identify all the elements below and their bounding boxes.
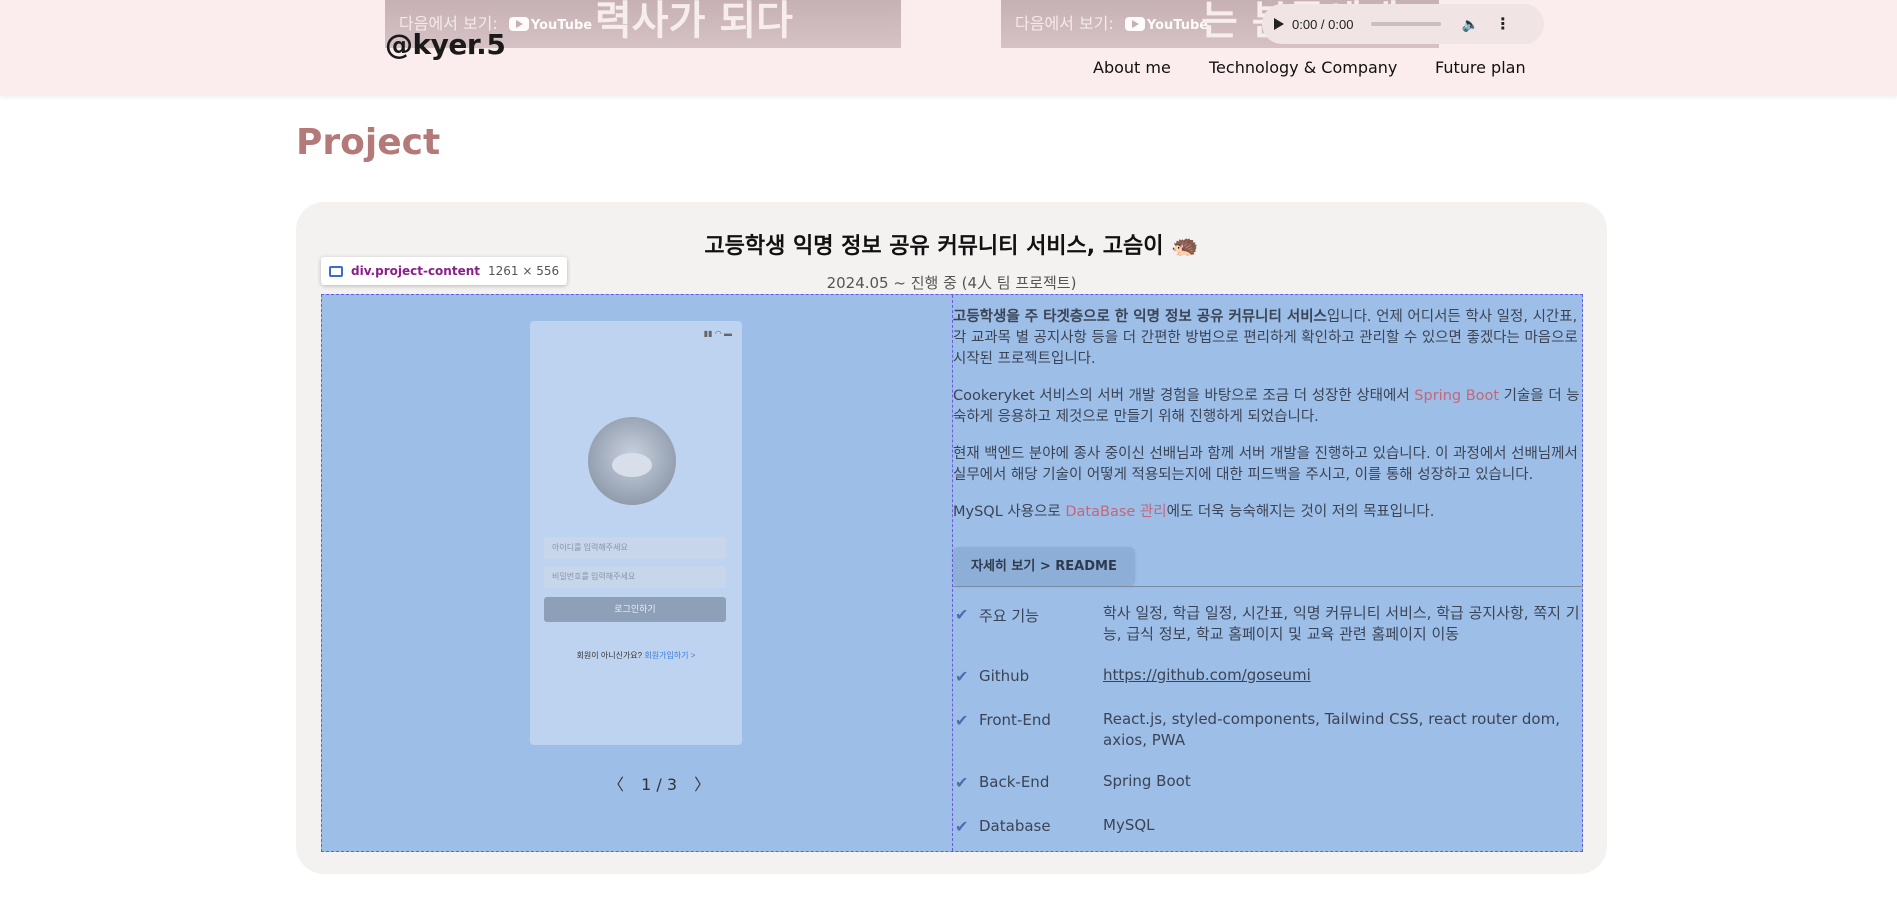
- audio-progress-slider[interactable]: [1371, 22, 1442, 26]
- check-icon: ✔: [955, 817, 969, 836]
- yt-watch-label-2: 다음에서 보기:: [1015, 14, 1114, 33]
- carousel-pager: 〈 1 / 3 〉: [602, 771, 716, 795]
- yt-brand-2: YouTube: [1146, 17, 1209, 33]
- more-options-icon[interactable]: ⋮: [1495, 14, 1511, 34]
- project-content: ▮▮ ◠ ▬ 아이디를 입력해주세요 비밀번호를 입력해주세요 로그인하기 회원…: [321, 294, 1583, 852]
- mock-login-button: 로그인하기: [544, 597, 726, 622]
- p1-bold: 고등학생을 주 타겟층으로 한 익명 정보 공유 커뮤니티 서비스: [953, 309, 1327, 325]
- check-icon: ✔: [955, 605, 969, 624]
- yt-watch-on-2[interactable]: 다음에서 보기: YouTube: [1015, 10, 1208, 34]
- info-label: Back-End: [979, 773, 1050, 791]
- mock-signup-link: 회원가입하기 >: [644, 651, 696, 660]
- github-link[interactable]: https://github.com/goseumi: [1103, 665, 1583, 686]
- youtube-logo-icon: YouTube: [508, 16, 593, 33]
- info-value: Spring Boot: [1103, 772, 1191, 790]
- readme-button[interactable]: 자세히 보기 > README: [953, 547, 1135, 586]
- project-description: 고등학생을 주 타겟층으로 한 익명 정보 공유 커뮤니티 서비스입니다. 언제…: [953, 307, 1583, 586]
- tooltip-element-name: div.project-content: [351, 264, 480, 278]
- nav-technology-company[interactable]: Technology & Company: [1209, 58, 1397, 77]
- youtube-logo-icon: YouTube: [1124, 16, 1209, 33]
- info-label: Github: [979, 667, 1030, 685]
- phone-status-icons: ▮▮ ◠ ▬: [703, 329, 732, 338]
- info-label: Front-End: [979, 711, 1051, 729]
- app-screenshot: ▮▮ ◠ ▬ 아이디를 입력해주세요 비밀번호를 입력해주세요 로그인하기 회원…: [530, 321, 742, 745]
- tooltip-element-size: 1261 × 556: [488, 264, 560, 278]
- section-title: Project: [296, 122, 441, 163]
- info-value: React.js, styled-components, Tailwind CS…: [1103, 710, 1560, 749]
- play-icon[interactable]: [1274, 18, 1284, 30]
- project-card: 고등학생 익명 정보 공유 커뮤니티 서비스, 고슴이 🦔 2024.05 ~ …: [296, 202, 1607, 874]
- description-paragraph-2: Cookeryket 서비스의 서버 개발 경험을 바탕으로 조금 더 성장한 …: [953, 386, 1583, 428]
- devtools-tooltip: div.project-content 1261 × 556: [321, 257, 568, 285]
- site-logo[interactable]: @kyer.5: [385, 28, 506, 61]
- nav-about-me[interactable]: About me: [1093, 58, 1171, 77]
- p4-accent: DataBase 관리: [1065, 504, 1167, 520]
- info-divider: [953, 586, 1583, 587]
- project-title: 고등학생 익명 정보 공유 커뮤니티 서비스, 고슴이 🦔: [704, 234, 1199, 259]
- site-header: 다음에서 보기: YouTube 력사가 되다 다음에서 보기: YouTube…: [0, 0, 1897, 96]
- mock-signup-prompt: 회원이 아니신가요?: [576, 651, 643, 660]
- nav-future-plan[interactable]: Future plan: [1435, 58, 1526, 77]
- mock-signup-text: 회원이 아니신가요? 회원가입하기 >: [530, 650, 742, 661]
- mock-password-field: 비밀번호를 입력해주세요: [544, 566, 726, 588]
- description-paragraph-1: 고등학생을 주 타겟층으로 한 익명 정보 공유 커뮤니티 서비스입니다. 언제…: [953, 307, 1583, 370]
- description-paragraph-3: 현재 백엔드 분야에 종사 중이신 선배님과 함께 서버 개발을 진행하고 있습…: [953, 446, 1578, 483]
- check-icon: ✔: [955, 711, 969, 730]
- yt-brand: YouTube: [530, 17, 593, 33]
- p4-a: MySQL 사용으로: [953, 504, 1066, 520]
- check-icon: ✔: [955, 773, 969, 792]
- pager-count: 1 / 3: [641, 775, 678, 794]
- hedgehog-mascot-image: [588, 417, 676, 505]
- info-label: 주요 기능: [979, 607, 1039, 625]
- audio-player[interactable]: 0:00 / 0:00 🔈 ⋮: [1262, 4, 1544, 44]
- yt-title-overlay: 력사가 되다: [595, 0, 793, 44]
- info-value: 학사 일정, 학급 일정, 시간표, 익명 커뮤니티 서비스, 학급 공지사항,…: [1103, 604, 1580, 643]
- mock-id-field: 아이디를 입력해주세요: [544, 537, 726, 559]
- check-icon: ✔: [955, 667, 969, 686]
- p4-b: 에도 더욱 능숙해지는 것이 저의 목표입니다.: [1166, 504, 1435, 520]
- volume-icon[interactable]: 🔈: [1461, 16, 1478, 33]
- audio-time: 0:00 / 0:00: [1292, 16, 1354, 32]
- p2-accent: Spring Boot: [1414, 388, 1500, 404]
- p2-a: Cookeryket 서비스의 서버 개발 경험을 바탕으로 조금 더 성장한 …: [953, 388, 1415, 404]
- info-value: MySQL: [1103, 816, 1155, 834]
- description-paragraph-4: MySQL 사용으로 DataBase 관리에도 더욱 능숙해지는 것이 저의 …: [953, 502, 1583, 523]
- chevron-left-icon[interactable]: 〈: [608, 775, 624, 794]
- layout-grid-icon: [329, 265, 343, 277]
- chevron-right-icon[interactable]: 〉: [694, 775, 710, 794]
- info-label: Database: [979, 817, 1051, 835]
